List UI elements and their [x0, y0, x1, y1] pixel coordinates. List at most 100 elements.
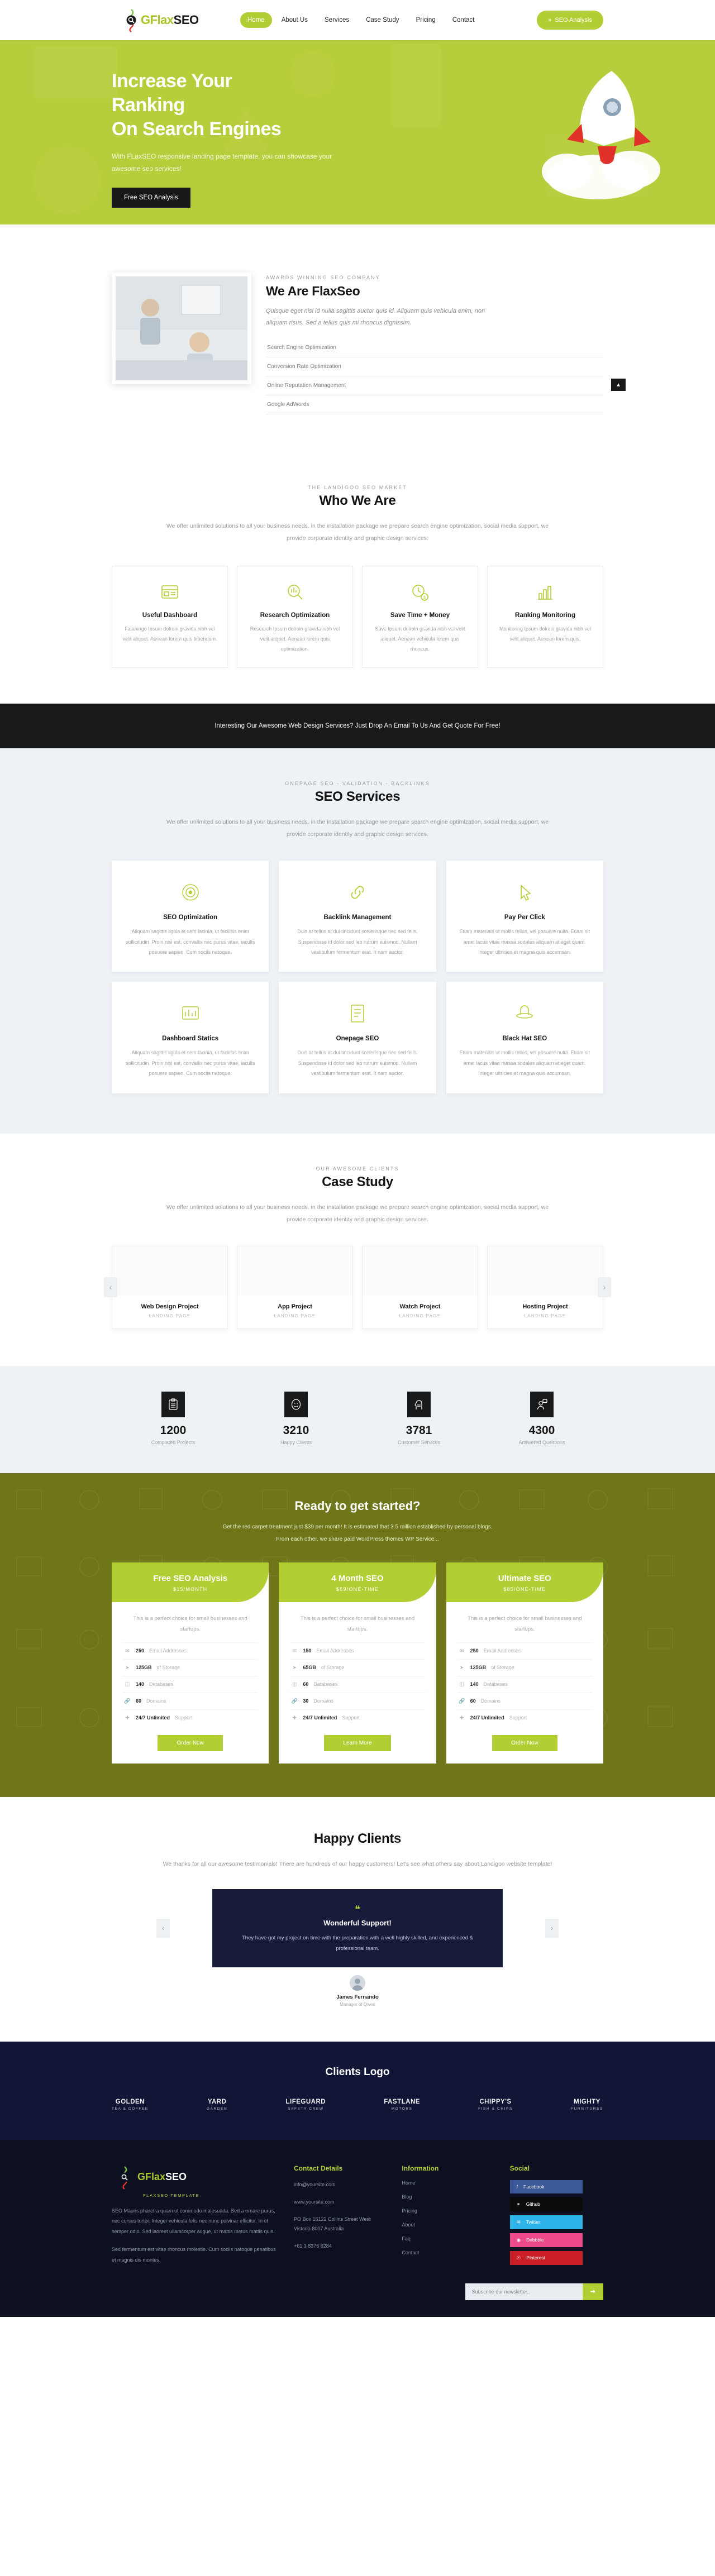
- footer-link-faq[interactable]: Faq: [402, 2236, 495, 2242]
- pinterest-icon: ☉: [516, 2254, 521, 2260]
- case-study-card[interactable]: Watch Project LANDING PAGE: [362, 1245, 478, 1329]
- hero-title-line-3: On Search Engines: [112, 118, 282, 140]
- paper-plane-icon: ➤: [125, 1664, 130, 1670]
- lifebuoy-icon: ✚: [292, 1714, 297, 1720]
- about-list-item[interactable]: Online Reputation Management: [266, 376, 603, 395]
- plan-name: Ultimate SEO: [498, 1573, 551, 1583]
- black-hat-icon: [457, 998, 592, 1029]
- client-logo: LIFEGUARD SAFETY CREW: [286, 2099, 326, 2111]
- svg-text:$: $: [423, 596, 426, 600]
- service-card[interactable]: Onepage SEO Duis at tellus at dui tincid…: [279, 982, 436, 1093]
- plan-feature-label: of Storage: [321, 1665, 345, 1671]
- case-study-card[interactable]: App Project LANDING PAGE: [237, 1245, 353, 1329]
- about-list-item[interactable]: Google AdWords: [266, 395, 603, 414]
- nav-item-home[interactable]: Home: [240, 12, 272, 28]
- plan-order-button[interactable]: Order Now: [492, 1734, 557, 1751]
- counter-label: Complated Projects: [151, 1439, 196, 1445]
- pricing-plan-card[interactable]: Ultimate SEO $85/ONE-TIME This is a perf…: [446, 1562, 603, 1763]
- footer-link-contact[interactable]: Contact: [402, 2250, 495, 2255]
- social-button-pinterest[interactable]: ☉ Pinterest: [509, 2250, 583, 2265]
- nav-item-case-study[interactable]: Case Study: [359, 12, 406, 28]
- free-seo-analysis-button[interactable]: Free SEO Analysis: [112, 187, 190, 208]
- feature-card[interactable]: $ Save Time + Money Save Ipsum dolroin g…: [362, 565, 478, 668]
- footer-link-about[interactable]: About: [402, 2222, 495, 2228]
- feature-card-text: Falaningo Ipsum dolroin gravida nibh vel…: [122, 625, 217, 642]
- clients-logo-row: GOLDEN TEA & COFFEE YARD GARDEN LIFEGUAR…: [112, 2099, 603, 2111]
- plan-feature-value: 24/7 Unlimited: [303, 1715, 337, 1721]
- feature-card[interactable]: Ranking Monitoring Monitoring Ipsum dolr…: [487, 565, 603, 668]
- footer-link-blog[interactable]: Blog: [402, 2194, 495, 2200]
- happy-subtitle: We thanks for all our awesome testimonia…: [163, 1860, 552, 1867]
- client-logo: MIGHTY FURNITURES: [571, 2099, 603, 2111]
- service-card[interactable]: SEO Optimization Aliquam sagittis ligula…: [112, 861, 269, 972]
- case-study-card[interactable]: Hosting Project LANDING PAGE: [487, 1245, 603, 1329]
- nav-item-contact[interactable]: Contact: [445, 12, 482, 28]
- social-button-github[interactable]: ⚭ Github: [509, 2197, 583, 2211]
- service-card-text: Etiam materials ut mollis tellus, vel po…: [459, 1050, 590, 1077]
- newsletter-submit-button[interactable]: ➜: [582, 2283, 603, 2300]
- service-card[interactable]: Pay Per Click Etiam materials ut mollis …: [446, 861, 603, 972]
- happy-title: Happy Clients: [313, 1831, 402, 1846]
- services-subtitle: We offer unlimited solutions to all your…: [166, 818, 549, 838]
- who-we-are-section: THE LANDIGOO SEO MARKET Who We Are We of…: [0, 453, 715, 704]
- envelope-icon: ✉: [459, 1647, 464, 1653]
- testimonial-author-name: James Fernando: [336, 1994, 379, 2000]
- brand-logo[interactable]: GFlaxSEO: [112, 7, 240, 33]
- onepage-doc-icon: [290, 998, 425, 1029]
- head-gear-icon: [407, 1391, 431, 1417]
- paper-plane-icon: ➤: [292, 1664, 297, 1670]
- service-card-text: Aliquam sagittis ligula et sem lacinia, …: [126, 1050, 255, 1077]
- about-list-item[interactable]: Conversion Rate Optimization: [266, 357, 603, 376]
- plan-feature-label: Support: [509, 1715, 527, 1721]
- pricing-title: Ready to get started?: [294, 1498, 421, 1513]
- about-title: We Are FlaxSeo: [266, 284, 360, 298]
- database-icon: ◫: [292, 1681, 297, 1687]
- nav-item-about-us[interactable]: About Us: [274, 12, 315, 28]
- envelope-icon: ✉: [292, 1647, 297, 1653]
- hero-subtitle: With FLaxSEO responsive landing page tem…: [112, 152, 332, 173]
- pricing-plan-card[interactable]: 4 Month SEO $59/ONE-TIME This is a perfe…: [279, 1562, 436, 1763]
- newsletter-form: ➜: [112, 2283, 603, 2300]
- testimonial-next-button[interactable]: ›: [545, 1918, 559, 1938]
- footer-brand-logo[interactable]: GFlaxSEO: [112, 2164, 240, 2190]
- nav-item-pricing[interactable]: Pricing: [409, 12, 443, 28]
- rocket-illustration: [514, 51, 693, 219]
- client-logo-line-2: MOTORS: [391, 2106, 413, 2111]
- plan-feature: ◫ 60 Databases: [290, 1675, 425, 1693]
- service-card[interactable]: Backlink Management Duis at tellus at du…: [279, 861, 436, 972]
- nav-item-services[interactable]: Services: [317, 12, 356, 28]
- seo-services-section: ONEPAGE SEO - VALIDATION - BACKLINKS SEO…: [0, 748, 715, 1134]
- counter-item: 3781 Customer Services: [358, 1391, 480, 1445]
- footer-contact-website[interactable]: www.yoursite.com: [294, 2197, 387, 2207]
- pricing-plan-card[interactable]: Free SEO Analysis $15/MONTH This is a pe…: [112, 1562, 269, 1763]
- counter-label: Answered Questions: [518, 1439, 565, 1445]
- footer-contact-email[interactable]: info@yoursite.com: [294, 2180, 387, 2190]
- smiley-face-icon: [284, 1391, 308, 1417]
- footer-link-home[interactable]: Home: [402, 2180, 495, 2186]
- service-card[interactable]: Dashboard Statics Aliquam sagittis ligul…: [112, 982, 269, 1093]
- plan-feature-value: 140: [470, 1681, 479, 1688]
- carousel-next-button[interactable]: ›: [598, 1277, 611, 1298]
- testimonial-prev-button[interactable]: ‹: [156, 1918, 170, 1938]
- chevron-right-icon: ›: [550, 1924, 554, 1933]
- seo-analysis-button[interactable]: » SEO Analysis: [537, 11, 603, 30]
- plan-feature: ✚ 24/7 Unlimited Support: [290, 1709, 425, 1726]
- social-button-facebook[interactable]: f Facebook: [509, 2180, 583, 2193]
- about-list-item[interactable]: Search Engine Optimization: [266, 338, 603, 357]
- feature-card[interactable]: Useful Dashboard Falaningo Ipsum dolroin…: [112, 565, 228, 668]
- scroll-to-top-button[interactable]: ▲: [611, 379, 626, 391]
- plan-feature-label: Email Addresses: [149, 1648, 187, 1654]
- service-card[interactable]: Black Hat SEO Etiam materials ut mollis …: [446, 982, 603, 1093]
- footer-link-pricing[interactable]: Pricing: [402, 2208, 495, 2214]
- newsletter-input[interactable]: [465, 2283, 583, 2300]
- brand-name: GFlaxSEO: [141, 13, 199, 27]
- carousel-prev-button[interactable]: ‹: [104, 1277, 117, 1298]
- feature-card[interactable]: Research Optimization Research Ipsum dol…: [237, 565, 353, 668]
- footer-contact-phone[interactable]: +61 3 8376 6284: [294, 2242, 387, 2251]
- social-button-dribbble[interactable]: ◉ Dribbble: [509, 2233, 583, 2247]
- social-button-label: Facebook: [523, 2183, 545, 2190]
- case-study-card[interactable]: Web Design Project LANDING PAGE: [112, 1245, 228, 1329]
- plan-order-button[interactable]: Learn More: [324, 1734, 391, 1751]
- plan-order-button[interactable]: Order Now: [158, 1734, 223, 1751]
- social-button-twitter[interactable]: ✉ Twitter: [509, 2215, 583, 2229]
